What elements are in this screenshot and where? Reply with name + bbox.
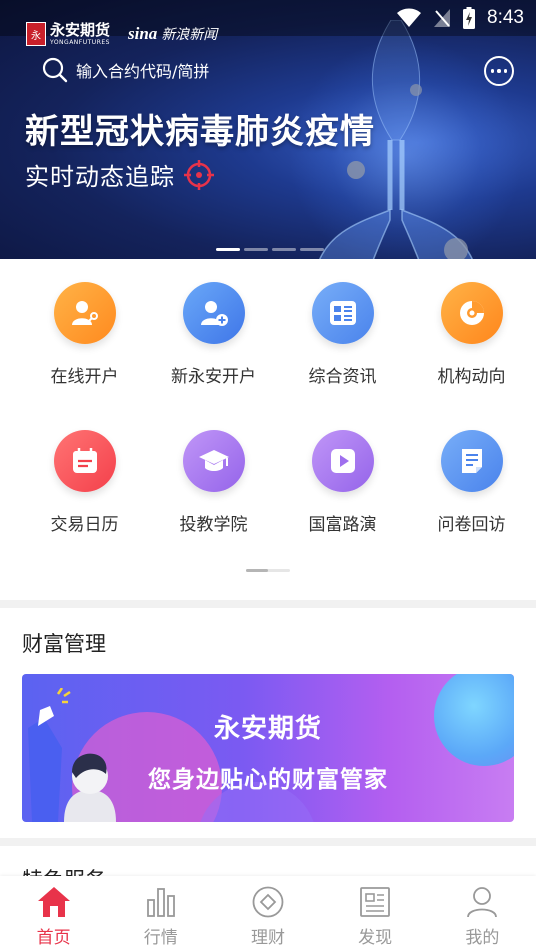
tab-profile[interactable]: 我的 [429,876,536,952]
wealth-coin-icon [252,886,284,918]
func-roadshow[interactable]: 国富路演 [278,430,407,578]
wifi-icon [397,8,422,27]
sina-logo: sina 新浪新闻 [128,24,217,44]
function-row: 在线开户 新永安开户 综合资讯 机构动向 [0,282,536,430]
func-institution-trends[interactable]: 机构动向 [407,282,536,430]
func-online-account[interactable]: 在线开户 [20,282,149,430]
func-label: 综合资讯 [308,367,377,387]
function-grid: 在线开户 新永安开户 综合资讯 机构动向 交易日历 投教学院 国富路演 问卷回访 [0,282,536,578]
news-list-icon [311,282,374,344]
wealth-banner-title: 永安期货 [213,714,322,744]
func-investor-academy[interactable]: 投教学院 [149,430,278,578]
carousel-dot[interactable] [272,248,296,251]
graduation-cap-icon [182,430,245,492]
hero-title: 新型冠状病毒肺炎疫情 [25,112,375,152]
pie-chart-icon [440,282,503,344]
func-news[interactable]: 综合资讯 [278,282,407,430]
tab-wealth[interactable]: 理财 [214,876,321,952]
carousel-dot[interactable] [216,248,240,251]
calendar-icon [53,430,116,492]
more-dot [490,69,495,73]
hero-banner[interactable]: 8:43 永 永安期货 YONGANFUTURES sina 新浪新闻 输入合约… [0,0,536,259]
search-icon [42,57,68,83]
func-label: 机构动向 [437,367,506,387]
target-icon [184,159,214,190]
tab-market[interactable]: 行情 [107,876,214,952]
search-placeholder: 输入合约代码/简拼 [76,62,210,81]
search-bar[interactable]: 输入合约代码/简拼 [42,57,209,83]
yongan-logo-cn: 永安期货 [50,20,111,39]
carousel-dot[interactable] [300,248,324,251]
section-divider [0,838,536,846]
home-icon [37,887,70,917]
func-questionnaire[interactable]: 问卷回访 [407,430,536,578]
function-row: 交易日历 投教学院 国富路演 问卷回访 [0,430,536,578]
tab-home[interactable]: 首页 [0,876,107,952]
user-add-icon [182,282,245,344]
message-button[interactable] [484,56,514,86]
sina-logo-en: sina [128,24,158,43]
bar-chart-icon [146,888,175,917]
grid-page-indicator-active [246,569,268,572]
play-icon [311,430,374,492]
tab-label: 行情 [143,928,178,948]
yongan-logo-badge: 永 [26,22,46,46]
sina-logo-cn: 新浪新闻 [161,27,218,43]
func-label: 问卷回访 [437,515,506,535]
func-label: 投教学院 [179,515,248,535]
yongan-logo: 永 永安期货 YONGANFUTURES [26,22,110,46]
func-new-yongan-account[interactable]: 新永安开户 [149,282,278,430]
wealth-section-title: 财富管理 [22,632,106,656]
battery-charging-icon [463,7,476,29]
tab-label: 发现 [358,928,393,948]
func-label: 国富路演 [308,515,377,535]
func-label: 交易日历 [50,515,119,535]
func-label: 新永安开户 [171,367,256,387]
more-dot [497,69,501,73]
signal-off-icon [434,9,451,27]
hero-subtitle: 实时动态追踪 [25,163,175,191]
tab-label: 首页 [36,928,71,948]
wealth-banner-subtitle: 您身边贴心的财富管家 [148,767,388,793]
questionnaire-icon [440,430,503,492]
newspaper-icon [360,887,391,917]
func-label: 在线开户 [50,367,119,387]
tab-label: 理财 [250,928,285,948]
more-dot [503,69,508,73]
carousel-indicator [216,248,324,251]
bottom-tab-bar: 首页 行情 理财 发现 我的 [0,876,536,952]
grid-page-indicator [246,569,290,572]
user-key-icon [53,282,116,344]
carousel-dot[interactable] [244,248,268,251]
profile-icon [467,887,498,918]
func-trading-calendar[interactable]: 交易日历 [20,430,149,578]
partner-logos: 永 永安期货 YONGANFUTURES sina 新浪新闻 [26,22,217,46]
tab-discover[interactable]: 发现 [322,876,429,952]
yongan-logo-en: YONGANFUTURES [50,38,110,46]
section-divider [0,600,536,608]
tab-label: 我的 [465,928,500,948]
status-time: 8:43 [487,7,524,28]
wealth-banner[interactable]: 永安期货 您身边贴心的财富管家 [22,674,514,822]
